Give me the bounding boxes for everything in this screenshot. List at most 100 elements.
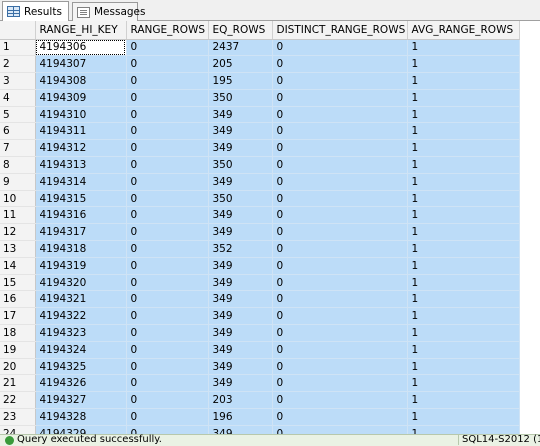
table-row[interactable]: 16 4194321 0 349 0 1 — [0, 290, 520, 309]
column-header[interactable]: RANGE_HI_KEY — [35, 21, 127, 40]
table-row[interactable]: 24 4194329 0 349 0 1 — [0, 425, 520, 434]
table-cell[interactable]: 4194315 — [35, 190, 127, 208]
table-cell[interactable]: 0 — [126, 139, 209, 158]
table-cell[interactable]: 195 — [208, 72, 273, 90]
table-cell[interactable]: 349 — [208, 139, 273, 158]
row-number[interactable]: 2 — [0, 55, 36, 74]
table-cell[interactable]: 1 — [407, 374, 520, 393]
table-row[interactable]: 13 4194318 0 352 0 1 — [0, 240, 520, 258]
table-cell[interactable]: 4194312 — [35, 139, 127, 158]
table-cell[interactable]: 349 — [208, 206, 273, 225]
table-cell[interactable]: 4194310 — [35, 106, 127, 124]
table-row[interactable]: 15 4194320 0 349 0 1 — [0, 274, 520, 292]
table-cell[interactable]: 4194318 — [35, 240, 127, 258]
table-cell[interactable]: 4194322 — [35, 307, 127, 326]
table-cell[interactable]: 0 — [272, 274, 408, 292]
row-number[interactable]: 15 — [0, 274, 36, 292]
row-number[interactable]: 18 — [0, 324, 36, 342]
table-cell[interactable]: 352 — [208, 240, 273, 258]
table-cell[interactable]: 4194325 — [35, 358, 127, 376]
table-cell[interactable]: 203 — [208, 391, 273, 410]
table-cell[interactable]: 1 — [407, 358, 520, 376]
table-cell[interactable]: 0 — [272, 307, 408, 326]
table-cell[interactable]: 0 — [126, 391, 209, 410]
table-cell[interactable]: 349 — [208, 324, 273, 342]
table-cell[interactable]: 1 — [407, 206, 520, 225]
table-cell[interactable]: 0 — [126, 106, 209, 124]
table-cell[interactable]: 4194324 — [35, 341, 127, 359]
table-cell[interactable]: 4194328 — [35, 408, 127, 426]
table-cell[interactable]: 4194316 — [35, 206, 127, 225]
table-cell[interactable]: 0 — [126, 190, 209, 208]
table-cell[interactable]: 196 — [208, 408, 273, 426]
row-number[interactable]: 10 — [0, 190, 36, 208]
table-cell[interactable]: 350 — [208, 190, 273, 208]
results-grid[interactable]: RANGE_HI_KEY RANGE_ROWS EQ_ROWS DISTINCT… — [0, 21, 540, 434]
table-row[interactable]: 21 4194326 0 349 0 1 — [0, 374, 520, 393]
row-number[interactable]: 22 — [0, 391, 36, 410]
table-cell[interactable]: 0 — [126, 156, 209, 174]
table-cell[interactable]: 1 — [407, 173, 520, 191]
table-row[interactable]: 4 4194309 0 350 0 1 — [0, 89, 520, 107]
table-row[interactable]: 8 4194313 0 350 0 1 — [0, 156, 520, 174]
table-row[interactable]: 6 4194311 0 349 0 1 — [0, 122, 520, 141]
tab-results[interactable]: Results — [2, 1, 69, 21]
table-cell[interactable]: 0 — [272, 290, 408, 309]
table-cell[interactable]: 0 — [126, 425, 209, 434]
row-number[interactable]: 17 — [0, 307, 36, 326]
row-number[interactable]: 11 — [0, 206, 36, 225]
table-cell[interactable]: 0 — [272, 240, 408, 258]
table-cell[interactable]: 0 — [126, 72, 209, 90]
table-cell[interactable]: 4194306 — [35, 39, 127, 57]
row-number[interactable]: 14 — [0, 257, 36, 275]
table-cell[interactable]: 0 — [272, 72, 408, 90]
table-cell[interactable]: 0 — [272, 257, 408, 275]
table-cell[interactable]: 0 — [272, 223, 408, 242]
table-cell[interactable]: 1 — [407, 307, 520, 326]
table-cell[interactable]: 349 — [208, 307, 273, 326]
table-cell[interactable]: 4194320 — [35, 274, 127, 292]
table-cell[interactable]: 1 — [407, 39, 520, 57]
table-row[interactable]: 14 4194319 0 349 0 1 — [0, 257, 520, 275]
table-row[interactable]: 17 4194322 0 349 0 1 — [0, 307, 520, 326]
table-cell[interactable]: 0 — [272, 391, 408, 410]
table-cell[interactable]: 4194327 — [35, 391, 127, 410]
row-number[interactable]: 1 — [0, 39, 36, 57]
table-cell[interactable]: 0 — [272, 341, 408, 359]
table-cell[interactable]: 0 — [126, 122, 209, 141]
table-cell[interactable]: 0 — [272, 374, 408, 393]
table-cell[interactable]: 0 — [272, 106, 408, 124]
table-cell[interactable]: 0 — [126, 358, 209, 376]
table-cell[interactable]: 0 — [272, 173, 408, 191]
table-cell[interactable]: 1 — [407, 89, 520, 107]
table-cell[interactable]: 0 — [272, 408, 408, 426]
table-cell[interactable]: 4194319 — [35, 257, 127, 275]
table-cell[interactable]: 4194308 — [35, 72, 127, 90]
table-cell[interactable]: 0 — [126, 408, 209, 426]
table-cell[interactable]: 1 — [407, 257, 520, 275]
table-cell[interactable]: 349 — [208, 106, 273, 124]
table-cell[interactable]: 0 — [272, 89, 408, 107]
table-cell[interactable]: 349 — [208, 122, 273, 141]
column-header[interactable]: EQ_ROWS — [208, 21, 273, 40]
table-cell[interactable]: 349 — [208, 341, 273, 359]
table-cell[interactable]: 349 — [208, 257, 273, 275]
row-number[interactable]: 13 — [0, 240, 36, 258]
table-cell[interactable]: 4194307 — [35, 55, 127, 74]
table-row[interactable]: 20 4194325 0 349 0 1 — [0, 358, 520, 376]
row-number[interactable]: 8 — [0, 156, 36, 174]
table-row[interactable]: 22 4194327 0 203 0 1 — [0, 391, 520, 410]
table-cell[interactable]: 0 — [126, 324, 209, 342]
table-cell[interactable]: 4194321 — [35, 290, 127, 309]
table-cell[interactable]: 0 — [272, 206, 408, 225]
table-cell[interactable]: 349 — [208, 425, 273, 434]
tab-messages[interactable]: Messages — [72, 2, 146, 21]
row-number[interactable]: 16 — [0, 290, 36, 309]
table-cell[interactable]: 2437 — [208, 39, 273, 57]
table-cell[interactable]: 0 — [126, 307, 209, 326]
table-cell[interactable]: 1 — [407, 341, 520, 359]
table-cell[interactable]: 0 — [272, 39, 408, 57]
table-row[interactable]: 1 4194306 0 2437 0 1 — [0, 39, 520, 57]
table-cell[interactable]: 0 — [126, 223, 209, 242]
column-header[interactable]: AVG_RANGE_ROWS — [407, 21, 520, 40]
